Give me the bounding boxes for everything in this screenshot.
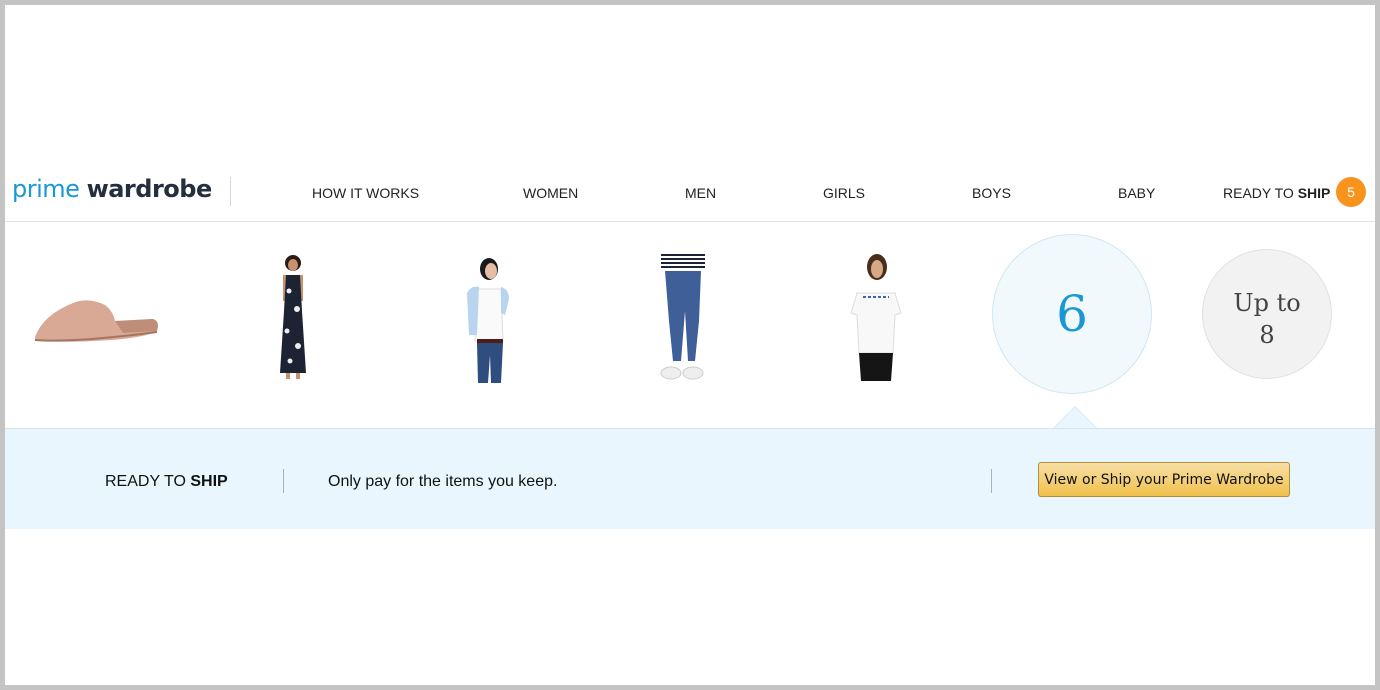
banner-divider [991,469,992,493]
cart-count-badge[interactable]: 5 [1336,177,1366,207]
ready-to-ship-banner: READY TO SHIP Only pay for the items you… [5,428,1375,529]
logo-prime: prime [12,175,80,203]
ready-to-ship-bold: SHIP [1297,185,1331,201]
item-floral-maxi-dress[interactable] [273,251,313,383]
item-blue-cardigan[interactable] [461,255,513,383]
nav-men[interactable]: MEN [685,185,716,201]
page: prime wardrobe HOW IT WORKS WOMEN MEN GI… [5,5,1375,685]
item-peasant-top[interactable] [847,253,905,383]
banner-label-prefix: READY TO [105,473,191,490]
banner-divider [283,469,284,493]
item-skinny-jeans[interactable] [653,251,713,383]
nav-girls[interactable]: GIRLS [823,185,865,201]
nav-ready-to-ship[interactable]: READY TO SHIP [1223,185,1330,201]
item-mule-slipper[interactable] [33,285,161,345]
view-or-ship-button[interactable]: View or Ship your Prime Wardrobe [1038,462,1290,497]
max-items-line1: Up to [1233,289,1301,317]
banner-label: READY TO SHIP [105,473,228,491]
banner-pointer [1052,406,1098,429]
prime-wardrobe-logo[interactable]: prime wardrobe [12,175,212,203]
nav-how-it-works[interactable]: HOW IT WORKS [312,185,419,201]
max-items-line2: 8 [1259,321,1275,349]
items-count-value: 6 [1056,285,1088,343]
nav-baby[interactable]: BABY [1118,185,1155,201]
nav-boys[interactable]: BOYS [972,185,1011,201]
logo-divider [230,177,231,206]
top-nav: prime wardrobe HOW IT WORKS WOMEN MEN GI… [5,165,1375,222]
banner-message: Only pay for the items you keep. [328,473,558,490]
nav-women[interactable]: WOMEN [523,185,578,201]
banner-label-bold: SHIP [190,473,228,490]
max-items-indicator: Up to 8 [1202,249,1332,379]
ready-to-ship-prefix: READY TO [1223,185,1298,201]
logo-wardrobe: wardrobe [86,175,213,203]
selected-items-count: 6 [992,234,1152,394]
